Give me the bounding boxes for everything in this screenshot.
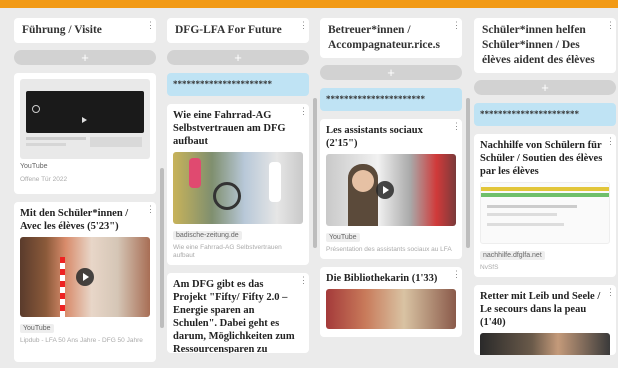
column-dfg-lfa-for-future: DFG-LFA For Future ⋮ + *****************… [167,18,317,353]
source-label: badische-zeitung.de [173,231,242,240]
column-fuehrung: Führung / Visite ⋮ + YouTube Offene Tür … [14,18,164,362]
post-title: Die Bibliothekarin (1'33) [326,273,438,284]
video-thumbnail[interactable] [20,237,150,317]
post-card[interactable]: ********************** [474,103,616,126]
source-label: YouTube [326,233,360,242]
column-title: DFG-LFA For Future [175,24,282,36]
post-card[interactable]: ********************** [167,73,309,96]
post-title: Mit den Schüler*innen / Avec les élèves … [20,208,129,232]
kebab-menu-icon[interactable]: ⋮ [299,21,308,30]
scrollbar[interactable] [466,98,470,248]
add-post-button[interactable]: + [167,50,309,65]
kebab-menu-icon[interactable]: ⋮ [299,276,308,285]
scrollbar[interactable] [313,98,317,248]
post-card[interactable]: ⋮ Nachhilfe von Schülern für Schüler / S… [474,134,616,277]
kebab-menu-icon[interactable]: ⋮ [299,107,308,116]
column-title: Führung / Visite [22,24,102,36]
post-title: Am DFG gibt es das Projekt "Fifty/ Fifty… [173,279,295,353]
post-caption: Offene Tür 2022 [20,176,68,183]
scrollbar[interactable] [160,168,164,328]
post-card[interactable]: ⋮ Retter mit Leib und Seele / Le secours… [474,285,616,355]
add-post-button[interactable]: + [14,50,156,65]
column-header: Führung / Visite ⋮ [14,18,156,43]
post-caption: NvSfS [480,264,499,271]
kebab-menu-icon[interactable]: ⋮ [146,21,155,30]
play-icon[interactable] [375,181,394,199]
post-card[interactable]: ********************** [320,88,462,111]
kebab-menu-icon[interactable]: ⋮ [452,270,461,279]
kebab-menu-icon[interactable]: ⋮ [452,122,461,131]
post-title: Retter mit Leib und Seele / Le secours d… [480,291,601,328]
link-thumbnail[interactable] [480,182,610,244]
add-post-button[interactable]: + [320,65,462,80]
post-caption: Présentation des assistants sociaux au L… [326,246,452,253]
column-title: Schüler*innen helfen Schüler*innen / Des… [482,24,595,66]
video-thumbnail[interactable] [20,79,150,159]
column-header: Betreuer*innen / Accompagnateur.rice.s ⋮ [320,18,462,58]
kebab-menu-icon[interactable]: ⋮ [606,137,615,146]
add-post-button[interactable]: + [474,80,616,95]
header-bar [0,0,618,8]
post-card[interactable]: ⋮ Les assistants sociaux (2'15") YouTube… [320,119,462,259]
video-thumbnail[interactable] [326,154,456,226]
kebab-menu-icon[interactable]: ⋮ [606,288,615,297]
source-label: nachhilfe.dfglfa.net [480,251,545,260]
column-header: Schüler*innen helfen Schüler*innen / Des… [474,18,616,73]
post-card[interactable]: YouTube Offene Tür 2022 [14,73,156,194]
post-title: ********************** [326,94,425,104]
post-card[interactable]: ⋮ Am DFG gibt es das Projekt "Fifty/ Fif… [167,273,309,353]
post-card[interactable]: ⋮ Die Bibliothekarin (1'33) [320,267,462,337]
column-title: Betreuer*innen / Accompagnateur.rice.s [328,24,440,51]
source-label: YouTube [20,324,54,333]
kebab-menu-icon[interactable]: ⋮ [146,205,155,214]
post-title: Wie eine Fahrrad-AG Selbstvertrauen am D… [173,110,286,147]
post-caption: Wie eine Fahrrad-AG Selbstvertrauen aufb… [173,244,282,259]
post-title: ********************** [173,79,272,89]
post-title: ********************** [480,109,579,119]
video-thumbnail[interactable] [326,289,456,329]
kebab-menu-icon[interactable]: ⋮ [606,21,615,30]
post-card[interactable]: ⋮ Mit den Schüler*innen / Avec les élève… [14,202,156,362]
kebab-menu-icon[interactable]: ⋮ [452,21,461,30]
post-caption: Lipdub - LFA 50 Ans Jahre - DFG 50 Jahre [20,337,143,344]
post-title: Les assistants sociaux (2'15") [326,125,423,149]
column-schueler-helfen: Schüler*innen helfen Schüler*innen / Des… [474,18,616,355]
column-header: DFG-LFA For Future ⋮ [167,18,309,43]
source-label: YouTube [20,163,48,170]
padlet-board: Führung / Visite ⋮ + YouTube Offene Tür … [0,8,618,368]
play-icon[interactable] [76,268,94,286]
post-title: Nachhilfe von Schülern für Schüler / Sou… [480,140,603,177]
video-thumbnail[interactable] [480,333,610,355]
post-card[interactable]: ⋮ Wie eine Fahrrad-AG Selbstvertrauen am… [167,104,309,265]
column-betreuer: Betreuer*innen / Accompagnateur.rice.s ⋮… [320,18,470,337]
link-thumbnail[interactable] [173,152,303,224]
